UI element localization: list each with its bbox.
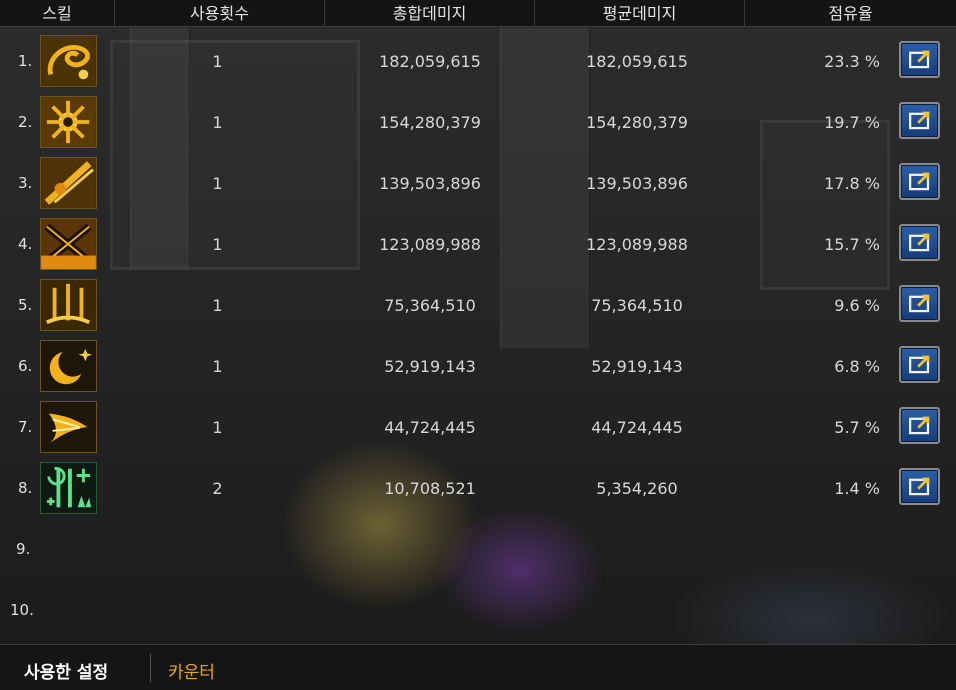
table-row: 5. 1 75,364,510 75,364,510 9.6 % [0,274,956,336]
share-icon [909,477,930,496]
swords-skill-icon [40,279,97,331]
row-uses: 1 [212,296,223,315]
table-row: 9. [0,518,956,580]
table-row: 10. [0,579,956,641]
wing-skill-icon [40,401,97,453]
table-row: 8. 2 10,708,521 5,354,260 1.4 % [0,457,956,519]
tab-counter[interactable]: 카운터 [168,658,215,683]
row-share: 9.6 % [834,296,880,315]
row-total-damage: 123,089,988 [379,235,481,254]
slash-skill-icon [40,157,97,209]
row-share: 17.8 % [824,174,880,193]
share-button[interactable] [899,407,940,444]
buff-skill-icon [40,462,97,514]
header-avg-damage: 평균데미지 [535,0,745,27]
share-button[interactable] [899,41,940,78]
row-avg-damage: 123,089,988 [586,235,688,254]
share-button[interactable] [899,163,940,200]
row-share: 5.7 % [834,418,880,437]
header-total-damage: 총합데미지 [325,0,535,27]
row-avg-damage: 182,059,615 [586,52,688,71]
row-rank: 6. [18,357,33,375]
row-share: 19.7 % [824,113,880,132]
row-avg-damage: 5,354,260 [596,479,678,498]
tab-used-setting[interactable]: 사용한 설정 [24,658,108,683]
row-uses: 1 [212,235,223,254]
table-row: 1. 1 182,059,615 182,059,615 23.3 % [0,30,956,92]
row-share: 23.3 % [824,52,880,71]
row-rank: 9. [16,540,31,558]
row-share: 15.7 % [824,235,880,254]
row-avg-damage: 44,724,445 [591,418,683,437]
row-total-damage: 154,280,379 [379,113,481,132]
row-avg-damage: 52,919,143 [591,357,683,376]
swirl-skill-icon [40,35,97,87]
row-rank: 1. [18,52,33,70]
row-uses: 1 [212,113,223,132]
row-avg-damage: 75,364,510 [591,296,683,315]
row-total-damage: 52,919,143 [384,357,476,376]
share-button[interactable] [899,102,940,139]
table-row: 2. 1 154,280,379 154,280,379 19.7 % [0,91,956,153]
table-row: 6. 1 52,919,143 52,919,143 6.8 % [0,335,956,397]
share-icon [909,50,930,69]
header-uses: 사용횟수 [115,0,325,27]
row-rank: 8. [18,479,33,497]
footer-tabs: 사용한 설정 카운터 [0,644,956,690]
row-uses: 1 [212,418,223,437]
row-uses: 1 [212,357,223,376]
header-skill: 스킬 [0,0,115,27]
row-rank: 2. [18,113,33,131]
row-rank: 10. [10,601,34,619]
share-icon [909,355,930,374]
row-rank: 5. [18,296,33,314]
row-total-damage: 182,059,615 [379,52,481,71]
share-button[interactable] [899,285,940,322]
share-icon [909,233,930,252]
row-share: 6.8 % [834,357,880,376]
row-total-damage: 44,724,445 [384,418,476,437]
cross-skill-icon [40,218,97,270]
header-share: 점유율 [828,4,873,23]
row-rank: 4. [18,235,33,253]
table-row: 7. 1 44,724,445 44,724,445 5.7 % [0,396,956,458]
row-avg-damage: 154,280,379 [586,113,688,132]
tab-divider [150,654,151,682]
row-avg-damage: 139,503,896 [586,174,688,193]
burst-skill-icon [40,96,97,148]
row-uses: 1 [212,52,223,71]
share-icon [909,416,930,435]
share-button[interactable] [899,346,940,383]
share-icon [909,294,930,313]
row-total-damage: 75,364,510 [384,296,476,315]
share-icon [909,111,930,130]
row-total-damage: 139,503,896 [379,174,481,193]
row-uses: 2 [212,479,223,498]
share-button[interactable] [899,224,940,261]
row-rank: 3. [18,174,33,192]
row-share: 1.4 % [834,479,880,498]
row-uses: 1 [212,174,223,193]
row-total-damage: 10,708,521 [384,479,476,498]
table-row: 4. 1 123,089,988 123,089,988 15.7 % [0,213,956,275]
row-rank: 7. [18,418,33,436]
crescent-moon-skill-icon [40,340,97,392]
share-icon [909,172,930,191]
table-header: 스킬 사용횟수 총합데미지 평균데미지 점유율 [0,0,956,27]
table-row: 3. 1 139,503,896 139,503,896 17.8 % [0,152,956,214]
share-button[interactable] [899,468,940,505]
